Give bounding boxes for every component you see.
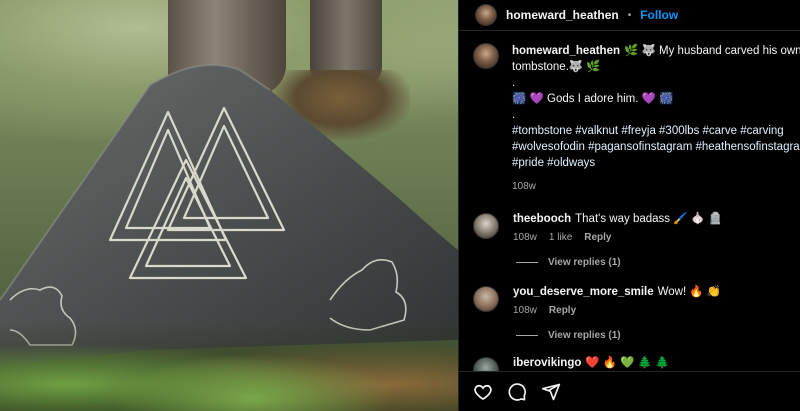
post-header: homeward_heathen • Follow bbox=[459, 0, 800, 30]
heart-icon[interactable] bbox=[473, 382, 493, 402]
caption-username[interactable]: homeward_heathen bbox=[512, 45, 620, 57]
header-username[interactable]: homeward_heathen bbox=[506, 8, 619, 22]
caption-hashtags[interactable]: #tombstone #valknut #freyja #300lbs #car… bbox=[512, 123, 800, 139]
comment-username[interactable]: theebooch bbox=[513, 213, 571, 225]
comment: iberovikingo ❤️ 🔥 💚 🌲 🌲 bbox=[459, 355, 800, 371]
view-replies-button[interactable]: View replies (1) bbox=[516, 257, 800, 268]
caption-text: 🌿 🐺 My husband carved his own bbox=[624, 45, 800, 57]
post-photo[interactable] bbox=[0, 0, 458, 411]
caption-text: 🎆 💜 Gods I adore him. 💜 🎆 bbox=[512, 93, 674, 105]
caption-text: tombstone.🐺 🌿 bbox=[512, 61, 601, 73]
comment-text: That's way badass 🖌️ 🧄 🪦 bbox=[575, 213, 723, 225]
post-caption: homeward_heathen 🌿 🐺 My husband carved hi… bbox=[459, 31, 800, 195]
caption-timestamp: 108w bbox=[512, 181, 536, 192]
caption-text: . bbox=[512, 77, 516, 89]
comment-text: Wow! 🔥 👏 bbox=[657, 286, 722, 298]
caption-hashtags[interactable]: #pride #oldways bbox=[512, 155, 800, 171]
share-icon[interactable] bbox=[541, 382, 561, 402]
avatar[interactable] bbox=[475, 4, 497, 26]
comment-timestamp: 108w bbox=[513, 305, 537, 316]
view-replies-label: View replies (1) bbox=[548, 330, 621, 341]
comment-text: ❤️ 🔥 💚 🌲 🌲 bbox=[585, 357, 670, 369]
caption-text: . bbox=[512, 109, 516, 121]
replies-line bbox=[516, 262, 538, 263]
view-replies-label: View replies (1) bbox=[548, 257, 621, 268]
post-panel: homeward_heathen • Follow homeward_heath… bbox=[458, 0, 800, 411]
avatar[interactable] bbox=[473, 213, 499, 239]
follow-button[interactable]: Follow bbox=[640, 8, 678, 22]
foreground-plants bbox=[0, 321, 458, 411]
comment-likes[interactable]: 1 like bbox=[549, 232, 572, 243]
avatar[interactable] bbox=[473, 357, 499, 371]
comments-scroll-area[interactable]: homeward_heathen 🌿 🐺 My husband carved hi… bbox=[459, 31, 800, 371]
replies-line bbox=[516, 335, 538, 336]
view-replies-button[interactable]: View replies (1) bbox=[516, 330, 800, 341]
action-bar bbox=[459, 371, 800, 411]
comment-username[interactable]: iberovikingo bbox=[513, 357, 581, 369]
comment: theebooch That's way badass 🖌️ 🧄 🪦 108w 1… bbox=[459, 211, 800, 243]
reply-button[interactable]: Reply bbox=[549, 305, 576, 316]
reply-button[interactable]: Reply bbox=[584, 232, 611, 243]
comment-icon[interactable] bbox=[507, 382, 527, 402]
caption-hashtags[interactable]: #wolvesofodin #pagansofinstagram #heathe… bbox=[512, 139, 800, 155]
avatar[interactable] bbox=[473, 286, 499, 312]
comment-username[interactable]: you_deserve_more_smile bbox=[513, 286, 654, 298]
comment: you_deserve_more_smile Wow! 🔥 👏 108w Repl… bbox=[459, 284, 800, 316]
separator-dot: • bbox=[627, 9, 632, 21]
comment-timestamp: 108w bbox=[513, 232, 537, 243]
avatar[interactable] bbox=[473, 43, 499, 69]
